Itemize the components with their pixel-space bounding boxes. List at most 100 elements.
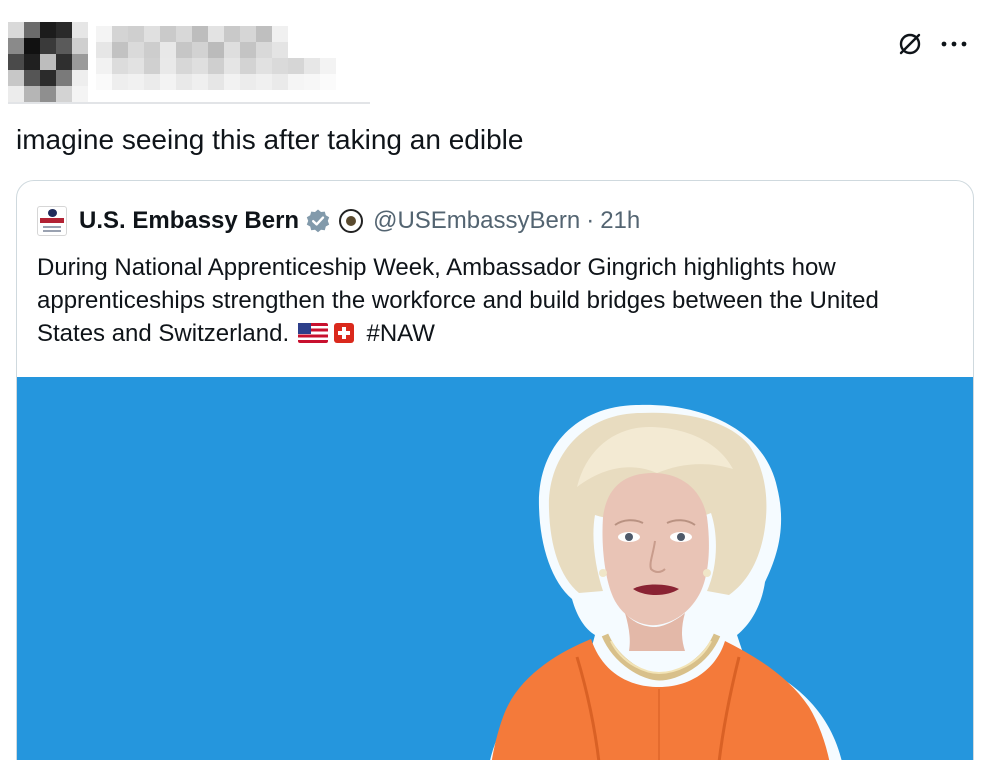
- pixel-block: [320, 58, 336, 74]
- pixel-block: [272, 42, 288, 58]
- swiss-flag-emoji: [333, 323, 354, 343]
- pixel-block: [208, 74, 224, 90]
- pixel-block: [40, 22, 56, 38]
- pixel-block: [256, 74, 272, 90]
- ambassador-portrait: [490, 404, 842, 760]
- pixel-block: [128, 26, 144, 42]
- pixel-block: [272, 26, 288, 42]
- pixel-block: [192, 58, 208, 74]
- pixel-block: [224, 58, 240, 74]
- pixel-block: [8, 38, 24, 54]
- pixel-block: [72, 22, 88, 38]
- pixel-block: [112, 74, 128, 90]
- quoted-tweet-header: U.S. Embassy Bern @USEmbassyBern · 21h: [37, 203, 640, 239]
- pixel-block: [256, 26, 272, 42]
- quoted-media-image[interactable]: [17, 377, 973, 760]
- pixel-block: [224, 26, 240, 42]
- pixel-block: [208, 58, 224, 74]
- more-horizontal-icon[interactable]: [936, 30, 972, 58]
- pixel-block: [72, 70, 88, 86]
- pixel-block: [112, 58, 128, 74]
- pixel-block: [56, 54, 72, 70]
- pixel-block: [240, 26, 256, 42]
- author-name-redacted[interactable]: [96, 26, 336, 90]
- pixel-block: [224, 42, 240, 58]
- separator-dot: ·: [586, 207, 595, 234]
- pixel-block: [176, 74, 192, 90]
- pixel-block: [240, 58, 256, 74]
- pixel-block: [192, 42, 208, 58]
- pixel-block: [144, 58, 160, 74]
- tweet-header: [0, 0, 990, 110]
- pixel-block: [24, 86, 40, 102]
- pixel-block: [208, 26, 224, 42]
- pixel-block: [8, 54, 24, 70]
- pixel-block: [8, 22, 24, 38]
- pixel-block: [160, 26, 176, 42]
- pixel-block: [128, 74, 144, 90]
- pixel-block: [112, 26, 128, 42]
- pixel-block: [224, 74, 240, 90]
- embassy-avatar[interactable]: [37, 206, 67, 236]
- pixel-block: [160, 58, 176, 74]
- pixel-block: [320, 26, 336, 42]
- verified-badge-icon: [305, 208, 331, 234]
- quoted-timestamp[interactable]: 21h: [600, 207, 640, 235]
- pixel-block: [40, 70, 56, 86]
- quoted-handle[interactable]: @USEmbassyBern: [373, 207, 580, 235]
- pixel-block: [128, 42, 144, 58]
- pixel-block: [176, 26, 192, 42]
- pixel-block: [240, 42, 256, 58]
- pixel-block: [96, 74, 112, 90]
- pixel-block: [40, 86, 56, 102]
- pixel-block: [56, 22, 72, 38]
- pixel-block: [192, 74, 208, 90]
- government-seal-icon: [339, 209, 364, 233]
- hashtag-link[interactable]: #NAW: [366, 320, 434, 347]
- pixel-block: [24, 54, 40, 70]
- pixel-block: [24, 38, 40, 54]
- pixel-block: [96, 42, 112, 58]
- pixel-block: [192, 26, 208, 42]
- pixel-block: [56, 38, 72, 54]
- no-sign-icon[interactable]: [896, 30, 924, 58]
- pixel-block: [72, 38, 88, 54]
- pixel-block: [128, 58, 144, 74]
- pixel-block: [24, 70, 40, 86]
- us-flag-emoji: [297, 323, 328, 343]
- tweet-text: imagine seeing this after taking an edib…: [16, 124, 524, 155]
- pixel-block: [304, 26, 320, 42]
- pixel-block: [288, 74, 304, 90]
- pixel-block: [112, 42, 128, 58]
- tweet-page: imagine seeing this after taking an edib…: [0, 0, 990, 760]
- pixel-block: [208, 42, 224, 58]
- pixel-block: [144, 42, 160, 58]
- pixel-block: [160, 42, 176, 58]
- pixel-block: [288, 58, 304, 74]
- pixel-block: [272, 74, 288, 90]
- quoted-tweet-card[interactable]: U.S. Embassy Bern @USEmbassyBern · 21h D…: [16, 180, 974, 760]
- pixel-block: [96, 58, 112, 74]
- pixel-block: [40, 38, 56, 54]
- pixel-block: [72, 54, 88, 70]
- author-avatar-redacted[interactable]: [8, 22, 88, 102]
- pixel-block: [40, 54, 56, 70]
- pixel-block: [272, 58, 288, 74]
- pixel-block: [320, 42, 336, 58]
- pixel-block: [8, 86, 24, 102]
- quoted-display-name[interactable]: U.S. Embassy Bern: [79, 207, 299, 235]
- pixel-block: [240, 74, 256, 90]
- pixel-block: [288, 26, 304, 42]
- pixel-block: [304, 74, 320, 90]
- pixel-block: [320, 74, 336, 90]
- pixel-block: [256, 42, 272, 58]
- pixel-block: [144, 26, 160, 42]
- pixel-block: [72, 86, 88, 102]
- quoted-body-text: During National Apprenticeship Week, Amb…: [37, 254, 879, 347]
- pixel-block: [24, 22, 40, 38]
- pixel-block: [96, 26, 112, 42]
- pixel-block: [176, 42, 192, 58]
- pixel-block: [8, 70, 24, 86]
- quoted-tweet-text: During National Apprenticeship Week, Amb…: [37, 251, 937, 350]
- header-divider: [8, 102, 370, 104]
